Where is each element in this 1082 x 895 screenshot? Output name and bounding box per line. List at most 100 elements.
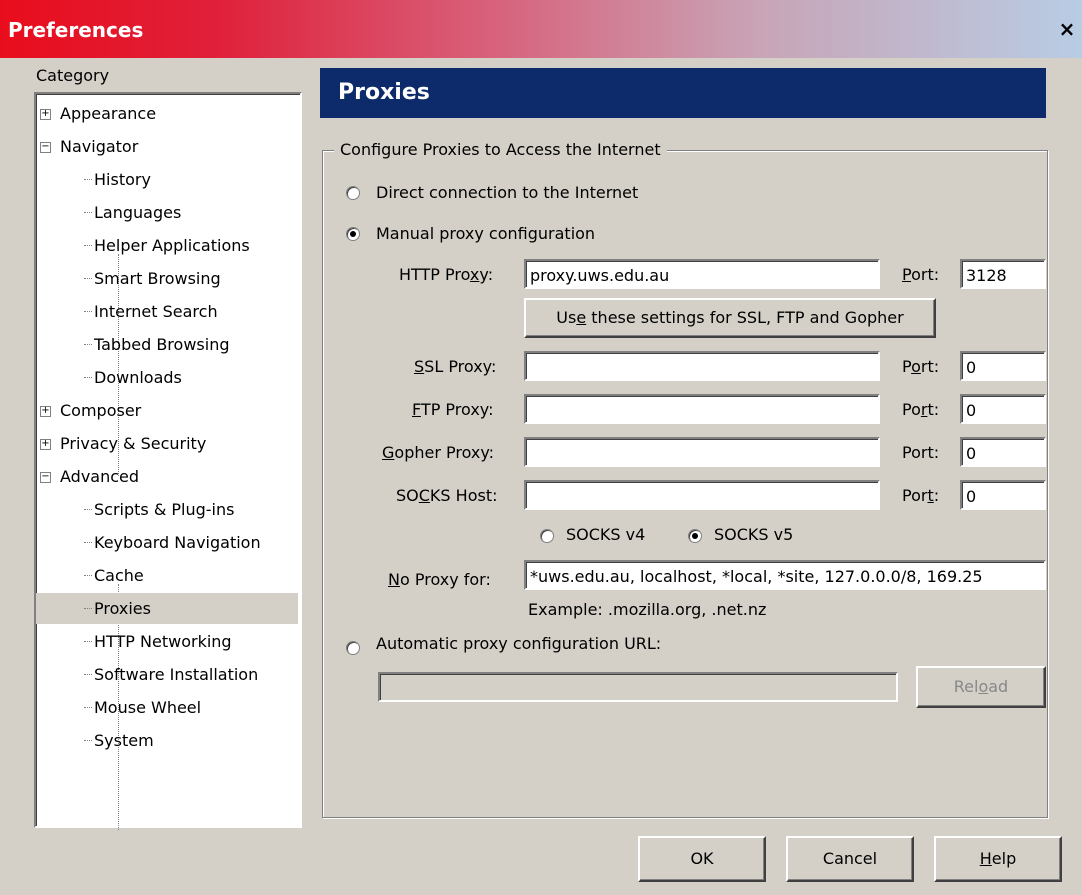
tree-item-label: Privacy & Security xyxy=(60,434,207,453)
category-label: Category xyxy=(36,66,110,85)
socks-port-input[interactable]: 0 xyxy=(960,480,1046,510)
tree-connector xyxy=(84,674,92,675)
collapse-icon[interactable]: − xyxy=(40,472,51,483)
collapse-icon[interactable]: − xyxy=(40,142,51,153)
ssl-proxy-input[interactable] xyxy=(524,351,880,381)
gopher-proxy-label: Gopher Proxy: xyxy=(382,443,495,462)
http-port-input[interactable]: 3128 xyxy=(960,259,1046,289)
tree-item-navigator[interactable]: − Navigator xyxy=(36,131,298,162)
tree-connector xyxy=(84,575,92,576)
http-proxy-input[interactable]: proxy.uws.edu.au xyxy=(524,259,880,289)
tree-item-history[interactable]: History xyxy=(36,164,298,195)
tree-item-tabbed-browsing[interactable]: Tabbed Browsing xyxy=(36,329,298,360)
tree-item-helper-applications[interactable]: Helper Applications xyxy=(36,230,298,261)
tree-item-label: Appearance xyxy=(60,104,157,123)
tree-connector xyxy=(84,509,92,510)
ftp-proxy-input[interactable] xyxy=(524,394,880,424)
socks-host-input[interactable] xyxy=(524,480,880,510)
tree-connector xyxy=(84,641,92,642)
tree-item-appearance[interactable]: + Appearance xyxy=(36,98,298,129)
tree-item-label: HTTP Networking xyxy=(94,632,232,651)
http-port-label: Port: xyxy=(902,265,940,284)
expand-icon[interactable]: + xyxy=(40,109,51,120)
tree-item-label: Internet Search xyxy=(94,302,218,321)
tree-item-privacy-security[interactable]: + Privacy & Security xyxy=(36,428,298,459)
use-same-settings-button[interactable]: Use these settings for SSL, FTP and Goph… xyxy=(524,298,936,338)
auto-proxy-label: Automatic proxy configuration URL: xyxy=(376,634,662,653)
ftp-port-label: Port: xyxy=(902,400,940,419)
cancel-button[interactable]: Cancel xyxy=(786,836,914,882)
tree-connector xyxy=(84,212,92,213)
manual-proxy-radio[interactable] xyxy=(346,227,360,241)
tree-item-software-installation[interactable]: Software Installation xyxy=(36,659,298,690)
tree-item-scripts-plug-ins[interactable]: Scripts & Plug-ins xyxy=(36,494,298,525)
gopher-port-input[interactable]: 0 xyxy=(960,437,1046,467)
tree-item-internet-search[interactable]: Internet Search xyxy=(36,296,298,327)
tree-item-proxies[interactable]: Proxies xyxy=(36,593,298,624)
ssl-port-label: Port: xyxy=(902,357,940,376)
tree-item-label: Keyboard Navigation xyxy=(94,533,261,552)
tree-item-keyboard-navigation[interactable]: Keyboard Navigation xyxy=(36,527,298,558)
ftp-proxy-label: FTP Proxy: xyxy=(412,400,494,419)
tree-item-composer[interactable]: + Composer xyxy=(36,395,298,426)
tree-connector xyxy=(84,311,92,312)
tree-connector xyxy=(84,179,92,180)
tree-item-label: Composer xyxy=(60,401,142,420)
tree-item-label: Tabbed Browsing xyxy=(94,335,230,354)
group-title: Configure Proxies to Access the Internet xyxy=(334,140,667,159)
help-button[interactable]: Help xyxy=(934,836,1062,882)
socks-v5-label: SOCKS v5 xyxy=(714,525,794,544)
tree-item-label: Downloads xyxy=(94,368,182,387)
tree-item-system[interactable]: System xyxy=(36,725,298,756)
auto-proxy-url-input[interactable] xyxy=(378,672,898,702)
socks-v4-radio[interactable] xyxy=(540,529,554,543)
socks-port-label: Port: xyxy=(902,486,940,505)
tree-item-label: System xyxy=(94,731,154,750)
tree-item-http-networking[interactable]: HTTP Networking xyxy=(36,626,298,657)
tree-connector xyxy=(84,740,92,741)
no-proxy-example: Example: .mozilla.org, .net.nz xyxy=(528,600,767,619)
tree-item-languages[interactable]: Languages xyxy=(36,197,298,228)
tree-item-label: Languages xyxy=(94,203,182,222)
ok-button[interactable]: OK xyxy=(638,836,766,882)
direct-connection-radio[interactable] xyxy=(346,186,360,200)
tree-connector xyxy=(84,707,92,708)
direct-connection-label: Direct connection to the Internet xyxy=(376,183,639,202)
tree-item-label: Proxies xyxy=(94,599,151,618)
tree-connector xyxy=(84,608,92,609)
ftp-port-input[interactable]: 0 xyxy=(960,394,1046,424)
tree-item-label: Mouse Wheel xyxy=(94,698,202,717)
tree-item-label: History xyxy=(94,170,151,189)
auto-proxy-radio[interactable] xyxy=(346,641,360,655)
tree-item-cache[interactable]: Cache xyxy=(36,560,298,591)
tree-connector xyxy=(84,344,92,345)
socks-host-label: SOCKS Host: xyxy=(396,486,498,505)
ssl-port-input[interactable]: 0 xyxy=(960,351,1046,381)
gopher-port-label: Port: xyxy=(902,443,940,462)
panel-header: Proxies xyxy=(320,68,1046,118)
tree-connector xyxy=(84,542,92,543)
close-icon[interactable]: × xyxy=(1056,18,1078,40)
tree-item-label: Navigator xyxy=(60,137,139,156)
tree-item-label: Software Installation xyxy=(94,665,259,684)
tree-item-label: Helper Applications xyxy=(94,236,250,255)
expand-icon[interactable]: + xyxy=(40,406,51,417)
tree-item-advanced[interactable]: − Advanced xyxy=(36,461,298,492)
gopher-proxy-input[interactable] xyxy=(524,437,880,467)
tree-connector xyxy=(84,245,92,246)
tree-item-smart-browsing[interactable]: Smart Browsing xyxy=(36,263,298,294)
ssl-proxy-label: SSL Proxy: xyxy=(414,357,497,376)
panel-title: Proxies xyxy=(338,80,430,105)
http-proxy-label: HTTP Proxy: xyxy=(399,265,494,284)
category-tree[interactable]: + Appearance − Navigator History Languages Hel… xyxy=(34,92,302,830)
tree-item-mouse-wheel[interactable]: Mouse Wheel xyxy=(36,692,298,723)
reload-button[interactable]: Reload xyxy=(916,666,1046,708)
no-proxy-label: No Proxy for: xyxy=(388,570,491,589)
tree-connector xyxy=(84,377,92,378)
socks-v5-radio[interactable] xyxy=(688,529,702,543)
tree-item-downloads[interactable]: Downloads xyxy=(36,362,298,393)
window-title: Preferences xyxy=(8,18,144,42)
tree-item-label: Advanced xyxy=(60,467,140,486)
no-proxy-input[interactable]: *uws.edu.au, localhost, *local, *site, 1… xyxy=(524,560,1046,590)
expand-icon[interactable]: + xyxy=(40,439,51,450)
